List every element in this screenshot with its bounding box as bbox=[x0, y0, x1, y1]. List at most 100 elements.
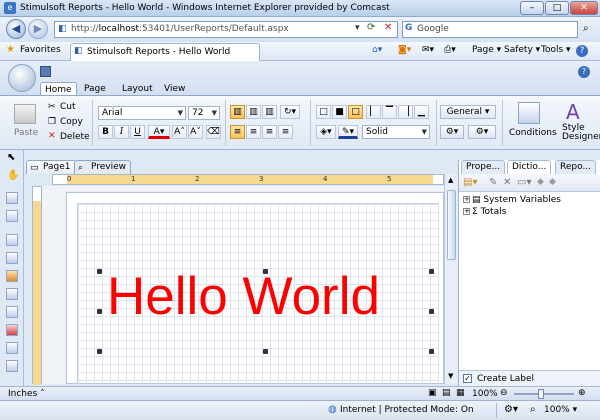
chart-tool-icon[interactable] bbox=[6, 324, 18, 336]
search-box[interactable]: G Google bbox=[402, 21, 578, 38]
security-zone[interactable]: Internet | Protected Mode: On bbox=[340, 405, 474, 415]
border-frame-icon[interactable]: □ bbox=[348, 105, 363, 119]
style-designer-icon[interactable]: A bbox=[566, 100, 580, 124]
tree-item-totals[interactable]: + Σ Totals bbox=[463, 207, 506, 217]
subreport-icon[interactable] bbox=[6, 360, 18, 372]
close-button[interactable]: ✕ bbox=[570, 1, 598, 15]
protected-mode-icon[interactable]: ⚙▾ bbox=[504, 404, 518, 415]
font-name-combo[interactable]: Arial ▼ bbox=[98, 106, 186, 120]
resize-handle[interactable] bbox=[429, 349, 434, 354]
format-general-button[interactable]: General ▾ bbox=[440, 105, 496, 119]
address-url[interactable]: http://localhost:53401/UserReports/Defau… bbox=[71, 24, 289, 34]
zoom-in-icon[interactable]: ⊕ bbox=[578, 388, 586, 398]
resize-handle[interactable] bbox=[263, 349, 268, 354]
print-icon[interactable]: ⎙▾ bbox=[444, 45, 456, 55]
mail-icon[interactable]: ✉▾ bbox=[422, 45, 434, 55]
back-arrow-icon[interactable]: ◀ bbox=[6, 19, 26, 39]
resize-handle[interactable] bbox=[429, 309, 434, 314]
shrink-font-icon[interactable]: A˅ bbox=[188, 125, 203, 139]
maximize-button[interactable]: □ bbox=[545, 1, 569, 15]
font-color-icon[interactable]: A▾ bbox=[148, 125, 170, 139]
rotate-text-icon[interactable]: ↻▾ bbox=[280, 105, 300, 119]
tab-layout[interactable]: Layout bbox=[118, 82, 157, 96]
dropdown-arrow-icon[interactable]: ▾ bbox=[355, 23, 360, 33]
paste-button[interactable]: Paste bbox=[14, 128, 38, 138]
resize-handle[interactable] bbox=[97, 309, 102, 314]
units-selector[interactable]: Inches ˄ bbox=[8, 389, 45, 399]
tab-report-tree[interactable]: Repo... bbox=[555, 160, 597, 174]
border-top-icon[interactable]: ▔ bbox=[382, 105, 397, 119]
tab-preview[interactable]: ⌕ Preview bbox=[74, 160, 132, 174]
image-tool-icon[interactable] bbox=[6, 270, 18, 282]
align-bottom-icon[interactable]: ▥ bbox=[262, 105, 277, 119]
minimize-button[interactable]: – bbox=[520, 1, 544, 15]
format-currency-icon[interactable]: ⚙▾ bbox=[440, 125, 464, 139]
stop-icon[interactable]: ✕ bbox=[384, 22, 392, 33]
refresh-icon[interactable]: ⟳ bbox=[367, 22, 375, 33]
page-menu[interactable]: Page ▾ bbox=[472, 45, 501, 55]
align-right-icon[interactable]: ≡ bbox=[262, 125, 277, 139]
format-options-icon[interactable]: ⚙▾ bbox=[468, 125, 496, 139]
barcode-icon[interactable] bbox=[6, 288, 18, 300]
cut-button[interactable]: Cut bbox=[60, 102, 76, 112]
tab-page1[interactable]: ▭ Page1 bbox=[26, 160, 76, 174]
delete-button[interactable]: Delete bbox=[60, 132, 90, 142]
favorites-star-icon[interactable]: ★ bbox=[6, 44, 15, 55]
new-item-icon[interactable]: ▤▾ bbox=[463, 177, 477, 188]
search-icon[interactable]: ⌕ bbox=[583, 23, 589, 34]
expand-icon[interactable]: + bbox=[463, 196, 470, 203]
move-down-icon[interactable]: ◆ bbox=[549, 177, 556, 187]
scroll-up-icon[interactable]: ▲ bbox=[448, 176, 453, 184]
expand-icon[interactable]: + bbox=[463, 208, 470, 215]
delete-icon[interactable]: ✕ bbox=[48, 131, 56, 141]
feeds-icon[interactable]: ◙▾ bbox=[398, 45, 411, 55]
border-bottom-icon[interactable]: ▁ bbox=[414, 105, 429, 119]
scrollbar-thumb[interactable] bbox=[447, 190, 456, 260]
forward-arrow-icon[interactable]: ▶ bbox=[28, 19, 48, 39]
style-designer-button[interactable]: Style Designer bbox=[562, 124, 600, 142]
favorites-button[interactable]: Favorites bbox=[20, 45, 61, 55]
move-up-icon[interactable]: ◆ bbox=[537, 177, 544, 187]
rich-text-icon[interactable] bbox=[6, 252, 18, 264]
resize-handle[interactable] bbox=[429, 269, 434, 274]
tab-page[interactable]: Page bbox=[80, 82, 110, 96]
resize-handle[interactable] bbox=[97, 349, 102, 354]
help-icon[interactable]: ? bbox=[576, 45, 588, 57]
align-middle-icon[interactable]: ▥ bbox=[246, 105, 261, 119]
align-center-icon[interactable]: ≡ bbox=[246, 125, 261, 139]
hello-world-text[interactable]: Hello World bbox=[107, 267, 380, 327]
pointer-icon[interactable]: ⬉ bbox=[7, 152, 15, 163]
view-fit-icon[interactable]: ▦ bbox=[456, 388, 465, 398]
font-size-combo[interactable]: 72 ▼ bbox=[188, 106, 220, 120]
browser-zoom-level[interactable]: 100% ▾ bbox=[544, 405, 577, 415]
checkbox-tool-icon[interactable] bbox=[6, 342, 18, 354]
canvas-vertical-scrollbar[interactable]: ▲ ▼ bbox=[444, 174, 458, 384]
actions-icon[interactable]: ▭▾ bbox=[517, 177, 531, 188]
tab-home[interactable]: Home bbox=[40, 82, 77, 96]
browser-tab[interactable]: ◧ Stimulsoft Reports - Hello World bbox=[70, 43, 260, 61]
safety-menu[interactable]: Safety ▾ bbox=[504, 45, 540, 55]
align-top-icon[interactable]: ▥ bbox=[230, 105, 245, 119]
band-tool-icon[interactable] bbox=[6, 192, 18, 204]
tab-properties[interactable]: Prope... bbox=[461, 160, 506, 174]
resize-handle[interactable] bbox=[263, 269, 268, 274]
border-all-icon[interactable]: ■ bbox=[332, 105, 347, 119]
application-menu-button[interactable] bbox=[8, 64, 36, 92]
clear-format-icon[interactable]: ⌫ bbox=[206, 125, 221, 139]
zoom-slider-track[interactable] bbox=[514, 393, 574, 395]
shape-tool-icon[interactable] bbox=[6, 306, 18, 318]
zoom-slider-thumb[interactable] bbox=[538, 389, 544, 399]
scroll-down-icon[interactable]: ▼ bbox=[448, 372, 453, 380]
cut-icon[interactable]: ✂ bbox=[48, 102, 56, 112]
design-canvas[interactable]: Hello World bbox=[42, 186, 444, 384]
delete-item-icon[interactable]: ✕ bbox=[503, 177, 511, 188]
edit-icon[interactable]: ✎ bbox=[489, 177, 497, 188]
italic-button[interactable]: I bbox=[114, 125, 129, 139]
address-bar[interactable]: ◧ http://localhost:53401/UserReports/Def… bbox=[54, 21, 398, 38]
align-left-icon[interactable]: ≡ bbox=[230, 125, 245, 139]
designer-help-icon[interactable]: ? bbox=[578, 66, 590, 78]
view-page-icon[interactable]: ▤ bbox=[442, 388, 451, 398]
conditions-icon[interactable] bbox=[518, 102, 540, 124]
tools-menu[interactable]: Tools ▾ bbox=[541, 45, 571, 55]
home-icon[interactable]: ⌂▾ bbox=[372, 45, 382, 55]
